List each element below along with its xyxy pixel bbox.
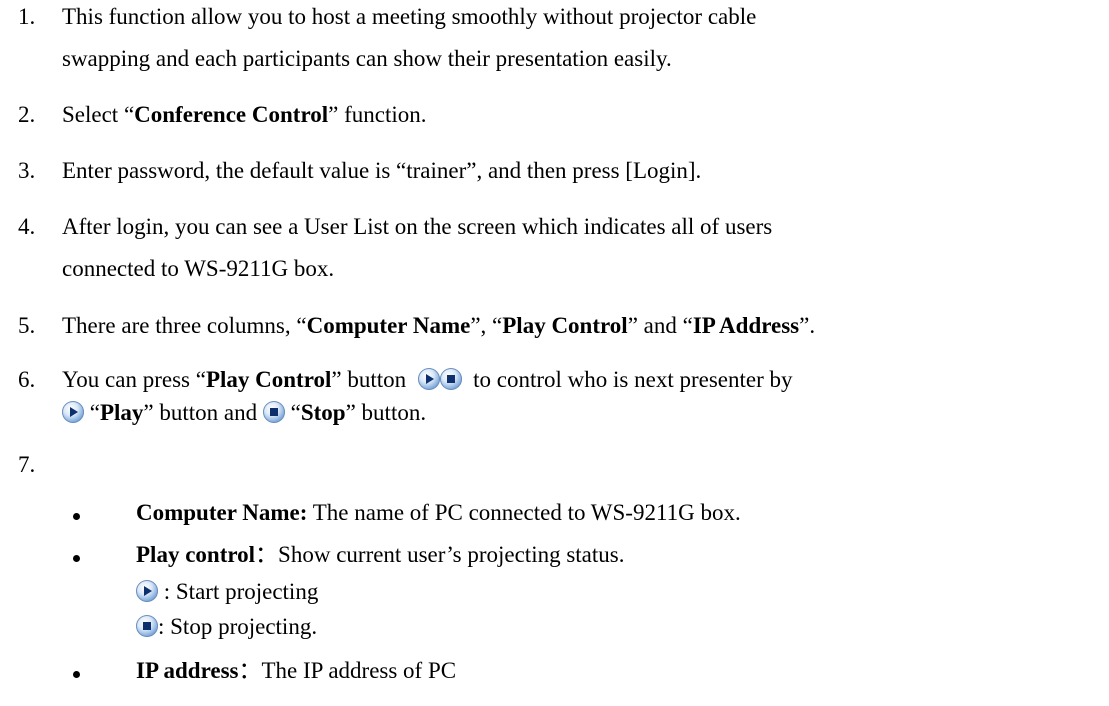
item-4-line-2: connected to WS-9211G box. [62, 256, 335, 281]
item-5-a: There are three columns, “ [62, 313, 307, 338]
item-1-line-1: This function allow you to host a meetin… [62, 4, 757, 29]
bullet-play-control: Play control：Show current user’s project… [136, 540, 624, 570]
play-icon [136, 580, 158, 602]
item-5-computer-name: Computer Name [306, 313, 471, 338]
play-icon [417, 368, 440, 390]
stop-icon [136, 615, 158, 637]
bullet-1-text: The name of PC connected to WS-9211G box… [307, 500, 741, 525]
item-5-e: ”. [799, 313, 816, 338]
item-number: 2. [18, 102, 36, 127]
item-6-stop: Stop [300, 400, 346, 425]
item-6-play: Play [99, 400, 144, 425]
item-6-play-control: Play Control [205, 367, 332, 392]
item-6-line-2: “Play” button and “Stop” button. [62, 398, 426, 428]
item-number: 4. [18, 214, 36, 239]
item-2-bold: Conference Control [134, 102, 329, 127]
item-2-post: ” function. [328, 102, 427, 127]
legend-stop-text: : Stop projecting. [158, 614, 318, 639]
item-number: 1. [18, 4, 36, 29]
bullet-3-text: ：The IP address of PC [238, 658, 457, 683]
item-6-g: “ [290, 400, 301, 425]
item-5-play-control: Play Control [502, 313, 628, 338]
item-5-ip-address: IP Address [692, 313, 800, 338]
legend-stop: : Stop projecting. [136, 612, 317, 642]
item-number: 6. [18, 367, 36, 392]
legend-start-text: : Start projecting [158, 579, 319, 604]
item-5-text: There are three columns, “Computer Name”… [62, 311, 815, 341]
bullet-1-bold: Computer Name: [136, 500, 308, 525]
bullet-dot [73, 513, 80, 520]
item-6-h: ” button. [345, 400, 427, 425]
item-number: 5. [18, 313, 36, 338]
document-page: 1. This function allow you to host a mee… [0, 0, 1109, 706]
bullet-dot [73, 555, 80, 562]
item-5-d: ” and “ [627, 313, 693, 338]
stop-icon [439, 368, 462, 390]
item-6-line-1: You can press “Play Control” button to c… [62, 365, 793, 395]
item-6-d: to control who is next presenter by [473, 367, 793, 392]
item-4-line-1: After login, you can see a User List on … [62, 214, 773, 239]
item-3-text: Enter password, the default value is “tr… [62, 158, 702, 183]
bullet-dot [73, 671, 80, 678]
bullet-3-bold: IP address [136, 658, 239, 683]
item-2-pre: Select “ [62, 102, 135, 127]
item-6-a: You can press “ [62, 367, 206, 392]
item-2-text: Select “Conference Control” function. [62, 100, 427, 130]
item-6-c: ” button [331, 367, 407, 392]
item-5-c: ”, “ [470, 313, 503, 338]
bullet-ip-address: IP address：The IP address of PC [136, 656, 456, 686]
item-6-f: ” button and [143, 400, 258, 425]
legend-start: : Start projecting [136, 577, 318, 607]
play-icon [62, 401, 84, 423]
stop-icon [262, 401, 285, 423]
bullet-2-bold: Play control [136, 542, 256, 567]
item-number: 7. [18, 452, 36, 477]
item-1-line-2: swapping and each participants can show … [62, 46, 672, 71]
bullet-2-text: ：Show current user’s projecting status. [255, 542, 625, 567]
item-6-e: “ [89, 400, 100, 425]
item-number: 3. [18, 158, 36, 183]
bullet-computer-name: Computer Name: The name of PC connected … [136, 498, 741, 528]
